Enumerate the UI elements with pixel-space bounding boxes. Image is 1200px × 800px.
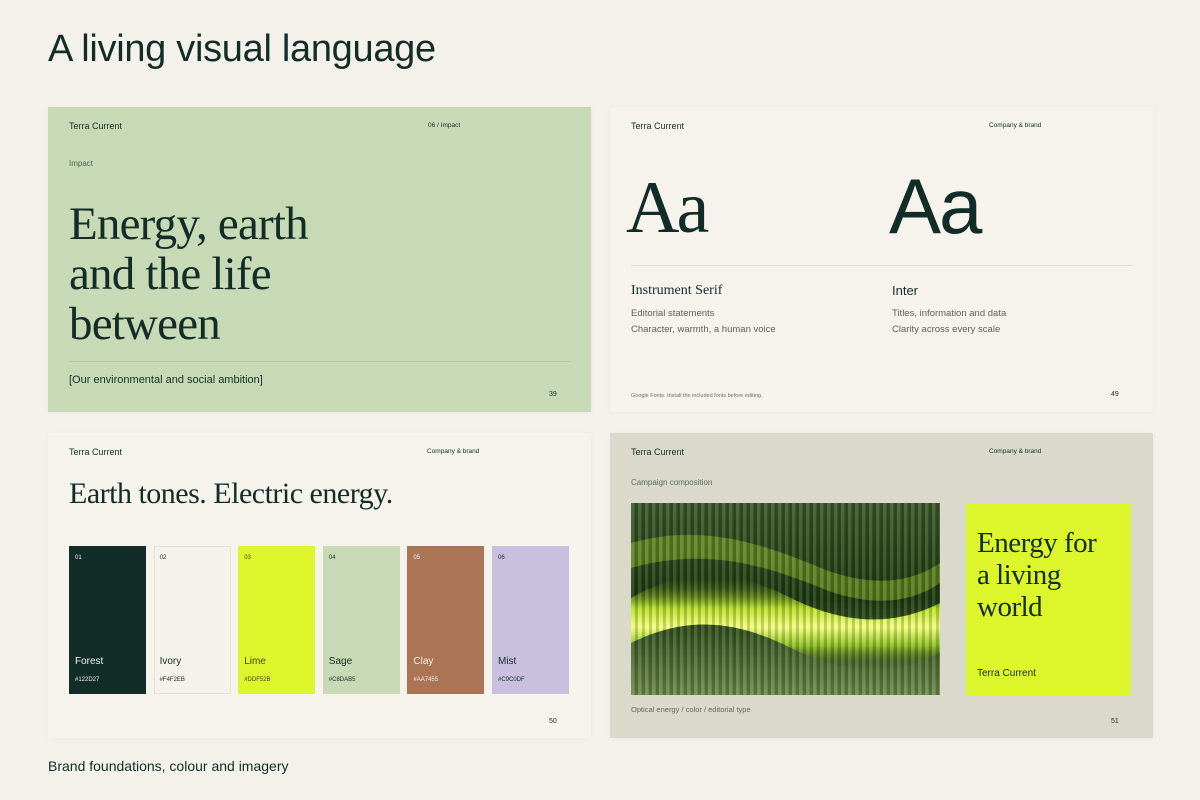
description-line: Titles, information and data bbox=[892, 308, 1007, 319]
swatch-number: 06 bbox=[498, 555, 505, 561]
color-swatch[interactable]: 02 Ivory #F4F2EB bbox=[153, 546, 231, 694]
color-swatch[interactable]: 05 Clay #AA7455 bbox=[407, 546, 485, 694]
swatch-number: 05 bbox=[413, 555, 421, 561]
page-number: 50 bbox=[549, 718, 557, 725]
description-line: Character, warmth, a human voice bbox=[631, 324, 776, 335]
swatch-number: 01 bbox=[75, 555, 82, 561]
brand-name: Terra Current bbox=[69, 121, 123, 131]
headline: Energy, earth and the life between bbox=[69, 199, 399, 349]
swatch-name: Mist bbox=[498, 656, 517, 667]
swatch-name: Sage bbox=[328, 656, 353, 667]
divider bbox=[69, 361, 570, 362]
section-label: Company & brand bbox=[989, 448, 1042, 455]
brand-name: Terra Current bbox=[631, 121, 685, 131]
swatch-name: Clay bbox=[413, 656, 434, 667]
card-brand: Terra Current bbox=[977, 668, 1036, 679]
section-label: Company & brand bbox=[989, 122, 1042, 129]
font-description: Titles, information and data Clarity acr… bbox=[892, 306, 1006, 338]
section-label: Company & brand bbox=[427, 448, 480, 455]
sans-sample: Aa bbox=[889, 162, 982, 250]
eyebrow: Impact bbox=[69, 159, 94, 168]
eyebrow: Campaign composition bbox=[631, 478, 713, 487]
slide-campaign[interactable]: Terra Current Company & brand Campaign c… bbox=[610, 433, 1153, 738]
image-caption: Optical energy / color / editorial type bbox=[631, 705, 751, 714]
headline-line: between bbox=[69, 298, 221, 350]
swatch-hex: #AA7455 bbox=[413, 677, 439, 683]
divider bbox=[631, 265, 1132, 266]
swatch-hex: #C9C0DF bbox=[498, 677, 525, 683]
swatch-number: 03 bbox=[244, 555, 251, 561]
font-note: Google Fonts. Install the included fonts… bbox=[631, 393, 763, 399]
font-name: Inter bbox=[892, 283, 919, 298]
page-number: 39 bbox=[549, 391, 557, 398]
slide-impact[interactable]: Terra Current 06 / Impact Impact Energy,… bbox=[48, 107, 591, 412]
swatch-hex: #C8DAB5 bbox=[328, 677, 356, 683]
swatch-name: Lime bbox=[244, 656, 266, 667]
card-headline-line: a living bbox=[977, 559, 1061, 591]
campaign-card: Energy for a living world Terra Current bbox=[966, 503, 1131, 695]
font-name: Instrument Serif bbox=[631, 283, 723, 298]
card-headline-line: world bbox=[977, 591, 1043, 623]
swatch-number: 04 bbox=[328, 555, 336, 561]
swatch-hex: #122D27 bbox=[75, 677, 100, 683]
page-caption: Brand foundations, colour and imagery bbox=[48, 758, 289, 774]
section-label: 06 / Impact bbox=[428, 122, 461, 129]
slide-typography[interactable]: Terra Current Company & brand Aa Aa Inst… bbox=[610, 107, 1153, 412]
brand-name: Terra Current bbox=[631, 447, 685, 457]
headline-line: Energy, earth bbox=[69, 198, 309, 250]
page-title: A living visual language bbox=[48, 28, 436, 70]
color-swatch[interactable]: 04 Sage #C8DAB5 bbox=[322, 546, 400, 694]
color-swatch[interactable]: 01 Forest #122D27 bbox=[69, 546, 146, 694]
card-headline: Energy for a living world bbox=[977, 527, 1097, 623]
page-number: 49 bbox=[1111, 391, 1119, 398]
swatch-name: Ivory bbox=[159, 656, 182, 667]
slide-colour[interactable]: Terra Current Company & brand Earth tone… bbox=[48, 433, 591, 738]
subtitle: [Our environmental and social ambition] bbox=[69, 374, 263, 386]
serif-sample: Aa bbox=[626, 167, 709, 249]
description-line: Clarity across every scale bbox=[892, 324, 1001, 335]
description-line: Editorial statements bbox=[631, 308, 715, 319]
campaign-image bbox=[631, 503, 940, 695]
headline: Earth tones. Electric energy. bbox=[69, 477, 393, 510]
card-headline-line: Energy for bbox=[977, 527, 1097, 559]
color-swatch[interactable]: 03 Lime #DDF52B bbox=[238, 546, 316, 694]
swatch-hex: #F4F2EB bbox=[159, 677, 185, 683]
page-number: 51 bbox=[1111, 718, 1119, 725]
swatch-number: 02 bbox=[159, 555, 167, 561]
swatch-name: Forest bbox=[75, 656, 104, 667]
swatch-hex: #DDF52B bbox=[244, 677, 271, 683]
color-swatch[interactable]: 06 Mist #C9C0DF bbox=[492, 546, 569, 694]
headline-line: and the life bbox=[69, 248, 272, 300]
brand-name: Terra Current bbox=[69, 447, 123, 457]
font-description: Editorial statements Character, warmth, … bbox=[631, 306, 776, 338]
